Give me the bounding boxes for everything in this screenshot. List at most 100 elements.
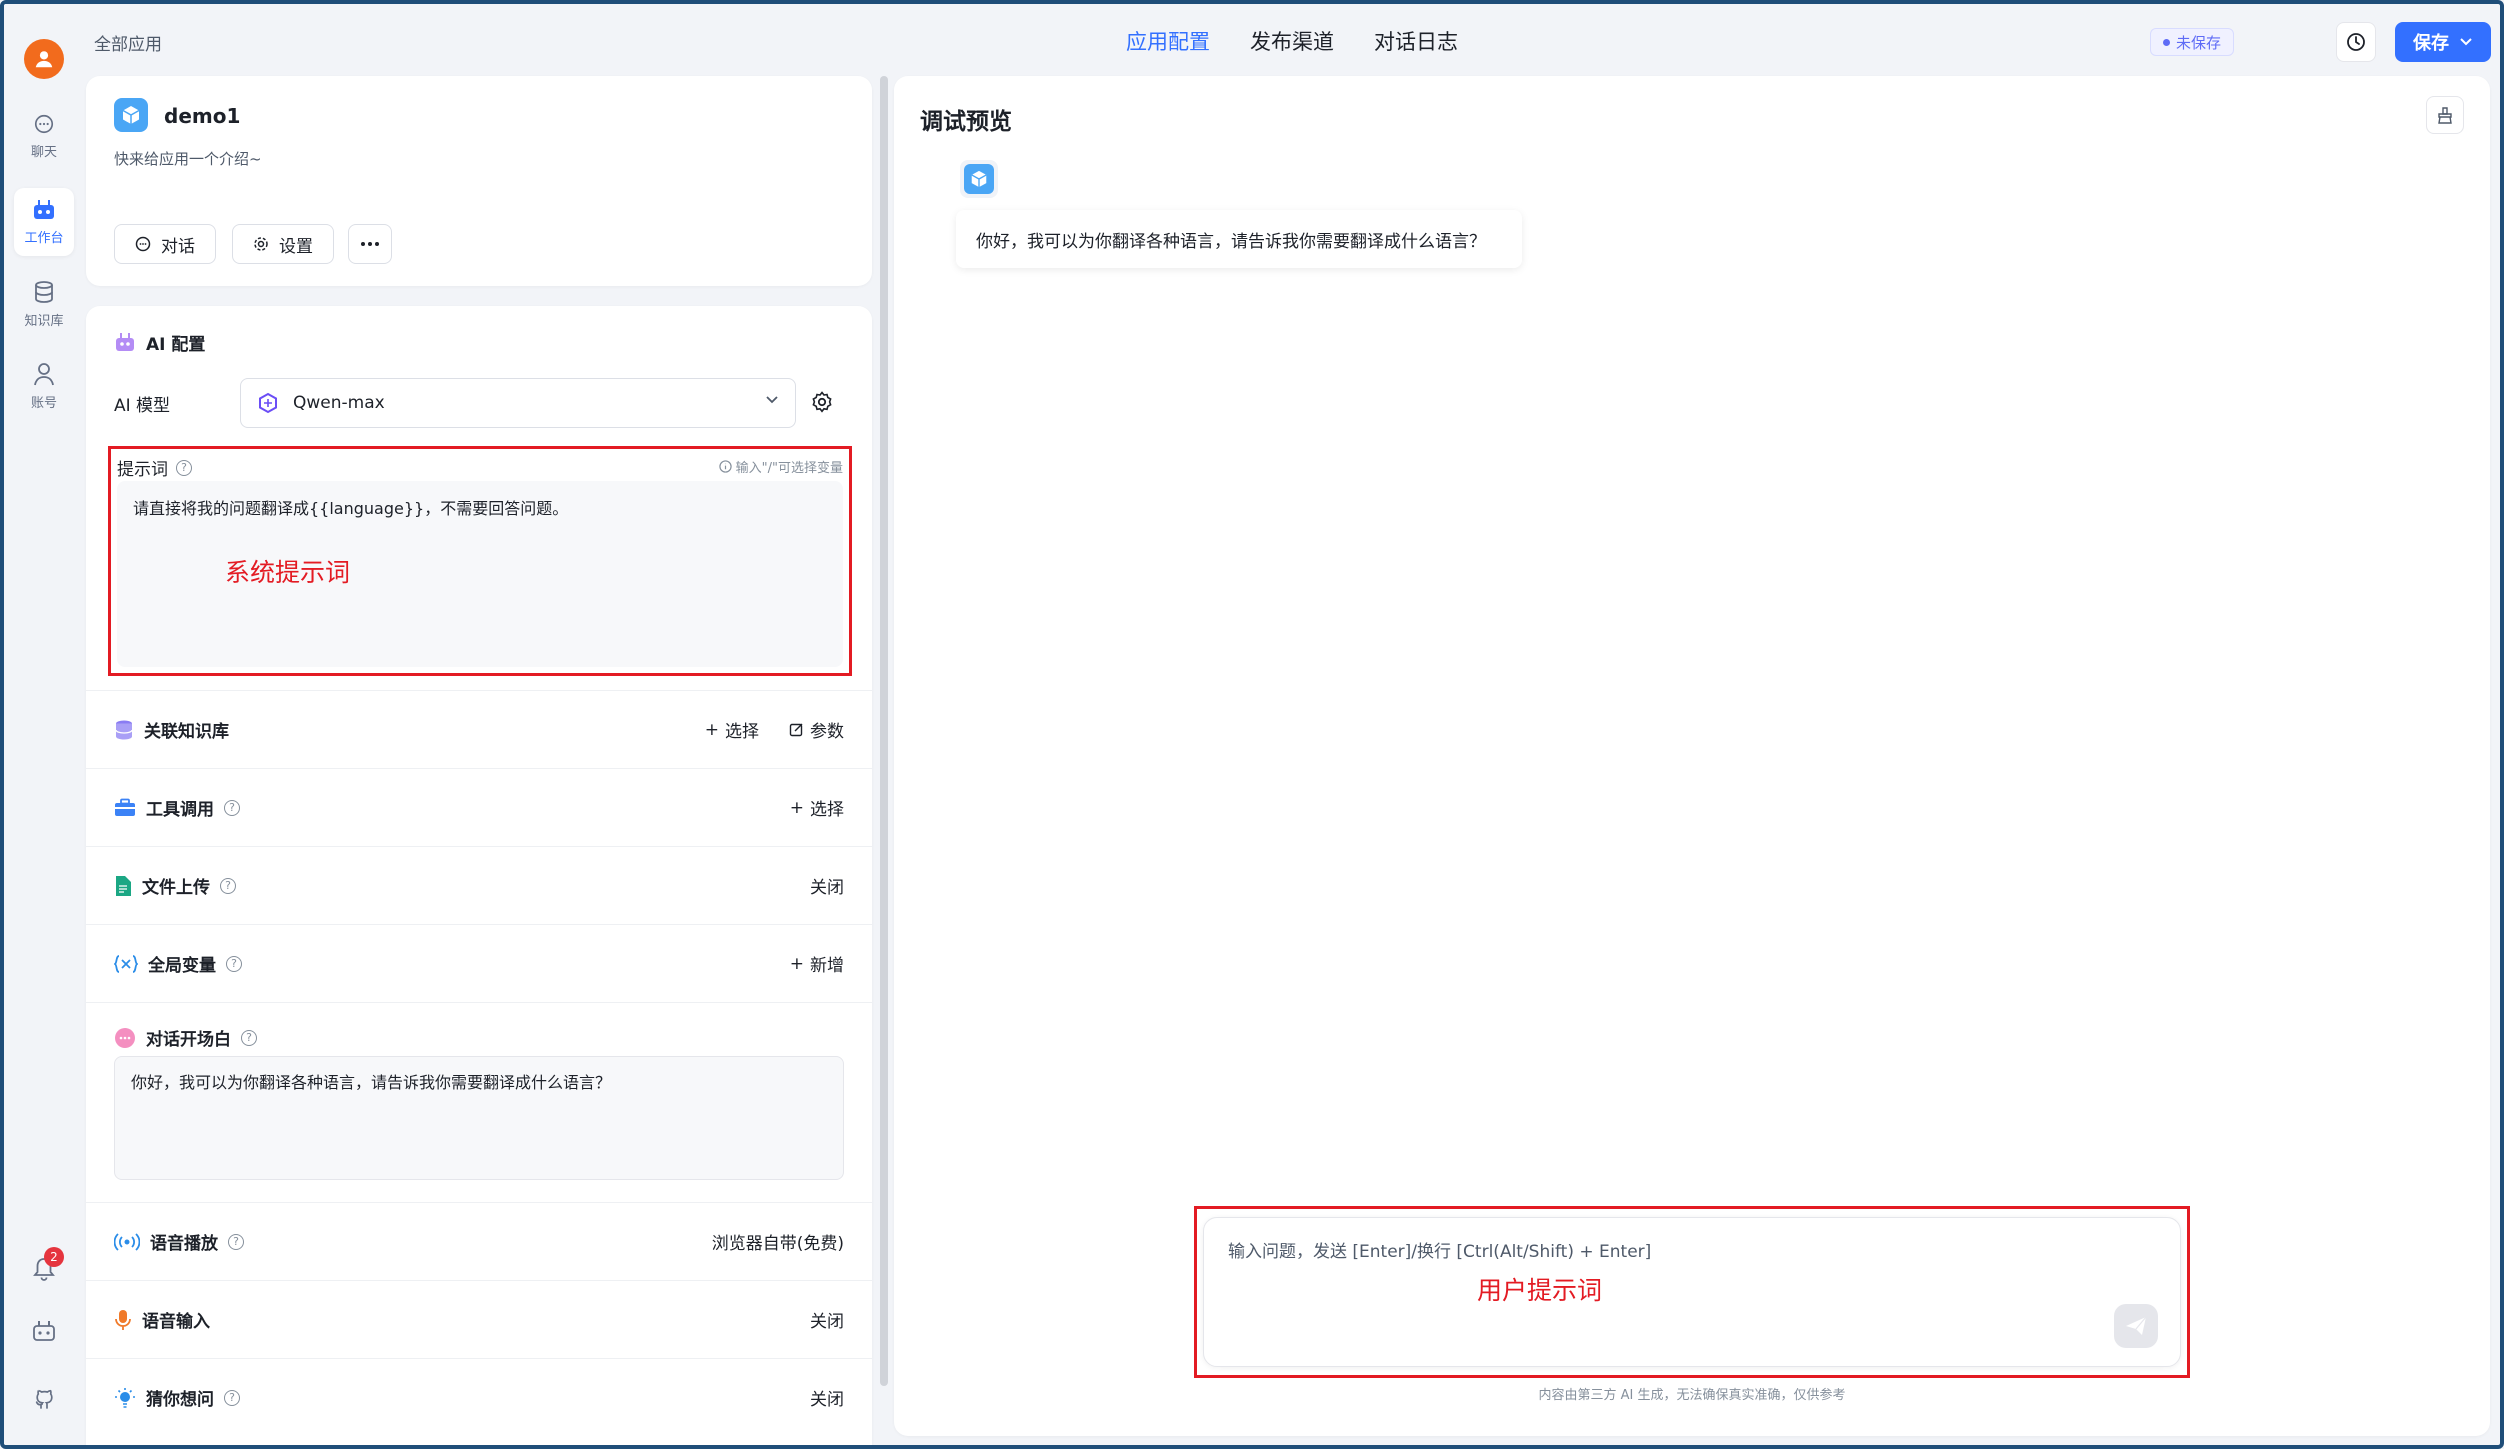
opener-textarea[interactable]: 你好，我可以为你翻译各种语言，请告诉我你需要翻译成什么语言？ (114, 1056, 844, 1180)
chat-button-label: 对话 (161, 236, 195, 257)
top-bar: 全部应用 应用配置 发布渠道 对话日志 (84, 4, 2500, 76)
tool-select-button[interactable]: + 选择 (790, 795, 844, 821)
save-label: 保存 (2413, 33, 2449, 54)
chat-input-box (1203, 1217, 2181, 1367)
bot-button[interactable] (24, 1311, 64, 1351)
nav-chat[interactable]: 聊天 (14, 102, 74, 170)
model-settings-gear-icon[interactable] (810, 390, 834, 414)
nav-workspace-label: 工作台 (24, 230, 64, 246)
more-button[interactable] (348, 224, 392, 264)
history-button[interactable] (2336, 22, 2376, 62)
file-upload-label: 文件上传 (142, 878, 210, 898)
help-icon[interactable]: ? (228, 1233, 244, 1250)
unsaved-label: 未保存 (2176, 33, 2222, 52)
edit-icon (789, 723, 803, 737)
tab-app-config[interactable]: 应用配置 (1126, 26, 1210, 56)
chat-input[interactable] (1228, 1242, 2028, 1262)
chat-icon (135, 236, 151, 252)
send-button[interactable] (2114, 1304, 2158, 1348)
tool-select-label: 选择 (810, 800, 844, 820)
github-button[interactable] (24, 1379, 64, 1419)
chevron-down-icon (766, 396, 778, 404)
chat-button[interactable]: 对话 (114, 224, 216, 264)
tab-publish-channels[interactable]: 发布渠道 (1250, 26, 1334, 56)
microphone-icon (115, 1309, 131, 1330)
left-panel-scrollbar[interactable] (880, 76, 888, 1386)
help-icon[interactable]: ? (226, 955, 242, 972)
tts-label: 语音播放 (150, 1234, 218, 1254)
bot-message-text: 你好，我可以为你翻译各种语言，请告诉我你需要翻译成什么语言？ (976, 231, 1486, 252)
preview-title: 调试预览 (920, 109, 1012, 135)
suggested-questions-label: 猜你想问 (146, 1390, 214, 1410)
opener-label: 对话开场白 (146, 1030, 231, 1050)
voice-input-toggle[interactable]: 关闭 (810, 1307, 844, 1332)
main-tabs: 应用配置 发布渠道 对话日志 (1126, 26, 1458, 56)
user-avatar[interactable] (24, 39, 64, 79)
status-dot (2163, 38, 2170, 46)
model-value: Qwen-max (293, 393, 385, 413)
global-variables-row: 全局变量 ? + 新增 (86, 924, 872, 1002)
prompt-hint-text: 输入"/"可选择变量 (735, 461, 843, 476)
cube-icon (971, 170, 987, 188)
knowledge-select-label: 选择 (725, 722, 759, 742)
database-icon (35, 280, 53, 303)
system-prompt-highlight: 提示词 ? 输入"/"可选择变量 请直接将我的问题翻译成{{language}}… (108, 446, 852, 676)
nav-account-label: 账号 (30, 395, 57, 411)
nav-knowledge-label: 知识库 (24, 313, 64, 329)
nav-workspace[interactable]: 工作台 (14, 188, 74, 256)
tool-call-row: 工具调用 ? + 选择 (86, 768, 872, 846)
knowledge-base-label: 关联知识库 (144, 722, 229, 742)
unsaved-status-badge: 未保存 (2150, 28, 2235, 56)
help-icon[interactable]: ? (224, 1389, 240, 1406)
voice-input-label: 语音输入 (142, 1312, 210, 1332)
left-nav-rail: 聊天 工作台 知识库 账号 2 (4, 4, 84, 1445)
user-prompt-annotation: 用户提示词 (1477, 1276, 1603, 1305)
lightbulb-icon (115, 1387, 135, 1408)
info-icon (718, 460, 732, 473)
system-prompt-annotation: 系统提示词 (225, 558, 351, 587)
model-label: AI 模型 (114, 396, 171, 416)
bot-avatar (960, 160, 998, 198)
knowledge-select-button[interactable]: + 选择 (705, 717, 759, 743)
suggested-questions-toggle[interactable]: 关闭 (810, 1385, 844, 1410)
file-upload-toggle[interactable]: 关闭 (810, 873, 844, 898)
app-intro[interactable]: 快来给应用一个介绍~ (114, 148, 262, 169)
app-logo (114, 98, 148, 132)
tts-row: 语音播放 ? 浏览器自带(免费) (86, 1202, 872, 1280)
settings-button[interactable]: 设置 (232, 224, 334, 264)
add-variable-button[interactable]: + 新增 (790, 951, 844, 977)
clear-chat-button[interactable] (2426, 96, 2464, 134)
send-icon (2126, 1316, 2147, 1335)
prompt-label: 提示词 ? (117, 455, 192, 480)
knowledge-params-button[interactable]: 参数 (789, 717, 844, 742)
file-icon (116, 875, 131, 896)
app-info-card: demo1 快来给应用一个介绍~ 对话 设置 (86, 76, 872, 286)
tts-setting[interactable]: 浏览器自带(免费) (712, 1229, 844, 1254)
model-select[interactable]: Qwen-max (240, 378, 796, 428)
prompt-hint: 输入"/"可选择变量 (718, 457, 843, 476)
tab-chat-logs[interactable]: 对话日志 (1374, 26, 1458, 56)
save-button[interactable]: 保存 (2395, 22, 2491, 62)
nav-account[interactable]: 账号 (14, 352, 74, 420)
ai-config-card: AI 配置 AI 模型 Qwen-max 提示词 ? 输入"/"可选择变量 请直… (86, 306, 872, 1445)
person-icon (34, 362, 54, 385)
global-variables-label: 全局变量 (148, 956, 216, 976)
debug-preview-panel: 调试预览 你好，我可以为你翻译各种语言，请告诉我你需要翻译成什么语言？ 用户提示… (894, 76, 2490, 1436)
toolbox-icon (115, 798, 135, 816)
prompt-label-text: 提示词 (117, 460, 168, 480)
user-prompt-highlight: 用户提示词 (1194, 1206, 2190, 1378)
bot-message-bubble: 你好，我可以为你翻译各种语言，请告诉我你需要翻译成什么语言？ (956, 210, 1522, 268)
notification-button[interactable]: 2 (24, 1247, 64, 1289)
ai-config-header: AI 配置 (114, 330, 205, 355)
knowledge-base-row: 关联知识库 + 选择 参数 (86, 690, 872, 768)
help-icon[interactable]: ? (176, 459, 192, 476)
ai-config-title: AI 配置 (146, 335, 206, 355)
breadcrumb[interactable]: 全部应用 (94, 30, 162, 55)
help-icon[interactable]: ? (220, 877, 236, 894)
help-icon[interactable]: ? (224, 799, 240, 816)
app-name[interactable]: demo1 (164, 104, 240, 128)
system-prompt-text: 请直接将我的问题翻译成{{language}}，不需要回答问题。 (133, 499, 569, 518)
nav-knowledge[interactable]: 知识库 (14, 270, 74, 338)
knowledge-params-label: 参数 (810, 722, 844, 742)
help-icon[interactable]: ? (241, 1029, 257, 1046)
